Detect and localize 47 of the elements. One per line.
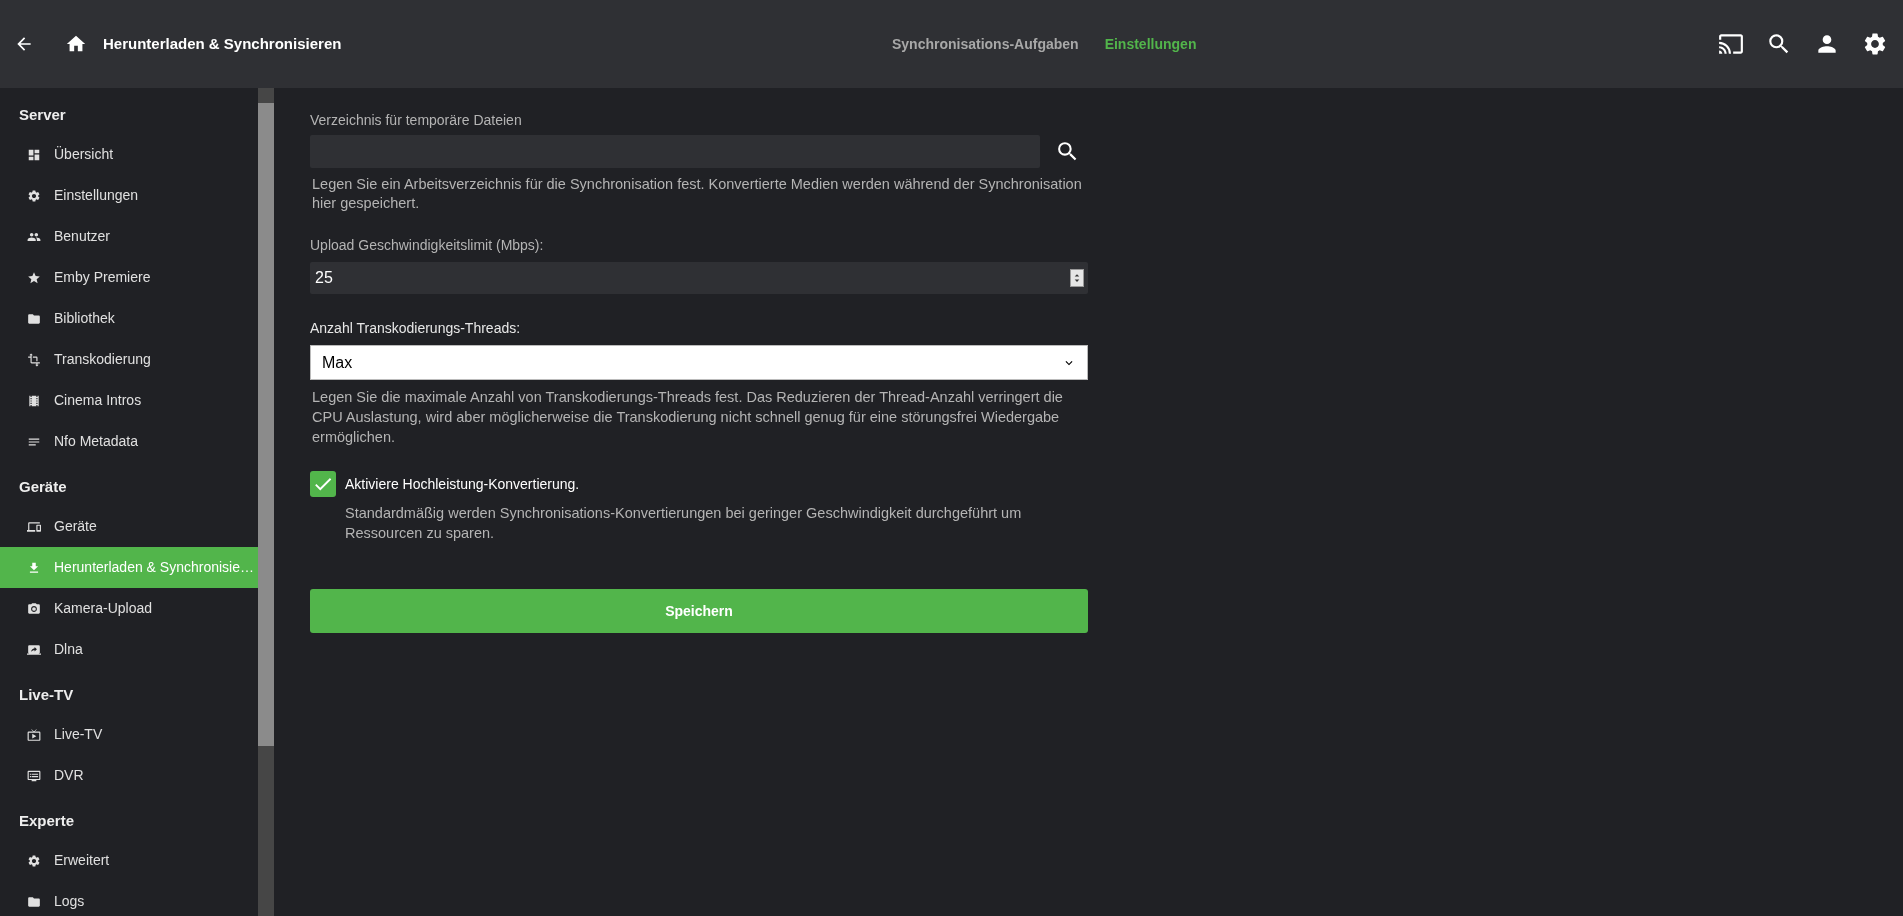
sidebar-item[interactable]: Benutzer	[0, 216, 258, 257]
sidebar-item[interactable]: Live-TV	[0, 714, 258, 755]
header-tab[interactable]: Synchronisations-Aufgaben	[891, 33, 1079, 55]
monitor-icon	[27, 642, 41, 657]
field-label: Anzahl Transkodierungs-Threads:	[310, 319, 522, 338]
checkbox-label: Aktiviere Hochleistung-Konvertierung.	[345, 474, 580, 494]
tv-icon	[27, 727, 41, 742]
download-icon	[27, 560, 41, 575]
sidebar-heading: Server	[19, 104, 66, 125]
monitor-list-icon	[27, 768, 41, 783]
folder-icon	[27, 894, 41, 909]
gear-icon	[27, 853, 41, 868]
header-tab[interactable]: Einstellungen	[1104, 33, 1197, 55]
sidebar-item[interactable]: DVR	[0, 755, 258, 796]
sidebar-item[interactable]: Einstellungen	[0, 175, 258, 216]
dashboard-icon	[27, 147, 41, 162]
checkbox[interactable]	[310, 471, 336, 497]
sidebar-item[interactable]: Emby Premiere	[0, 257, 258, 298]
gear-icon	[27, 188, 41, 203]
sidebar-heading: Live-TV	[19, 684, 74, 705]
spinner-icon[interactable]	[1070, 269, 1084, 287]
help-text: Legen Sie ein Arbeitsverzeichnis für die Synchronisation fest. Konvertierte Medien werden während der Synchronisation hier gespeichert.	[311, 175, 1083, 213]
camera-icon	[27, 601, 41, 616]
sidebar-item[interactable]: Cinema Intros	[0, 380, 258, 421]
scrollbar-thumb[interactable]	[258, 103, 274, 746]
sidebar-item[interactable]: Erweitert	[0, 840, 258, 881]
sidebar-heading: Geräte	[19, 476, 67, 497]
select-field[interactable]: Max	[310, 345, 1088, 380]
sidebar-item[interactable]: Bibliothek	[0, 298, 258, 339]
sidebar-item[interactable]: Dlna	[0, 629, 258, 670]
star-icon	[27, 270, 41, 285]
sidebar-item[interactable]: Nfo Metadata	[0, 421, 258, 462]
sidebar-item[interactable]: Übersicht	[0, 134, 258, 175]
help-text: Standardmäßig werden Synchronisations-Konvertierungen bei geringer Geschwindigkeit durchgeführt um Ressourcen zu sparen.	[344, 504, 1023, 543]
sidebar-item[interactable]: Logs	[0, 881, 258, 916]
film-icon	[27, 393, 41, 408]
number-input[interactable]: 25	[310, 262, 1088, 294]
field-label: Verzeichnis für temporäre Dateien	[310, 111, 523, 130]
sidebar-item[interactable]: Kamera-Upload	[0, 588, 258, 629]
sidebar-item[interactable]: Transkodierung	[0, 339, 258, 380]
folder-icon	[27, 311, 41, 326]
page-title: Herunterladen & Synchronisieren	[103, 33, 342, 54]
sidebar-heading: Experte	[19, 810, 75, 831]
devices-icon	[27, 519, 41, 534]
help-text: Legen Sie die maximale Anzahl von Transkodierungs-Threads fest. Das Reduzieren der Thread-Anzahl verringert die CPU Auslastung, wird aber möglicherweise die Transkodierung nicht schnell genug für eine störungsfrei Wiedergabe ermöglichen.	[311, 388, 1064, 447]
sidebar-item[interactable]: Geräte	[0, 506, 258, 547]
field-label: Upload Geschwindigkeitslimit (Mbps):	[310, 236, 545, 255]
